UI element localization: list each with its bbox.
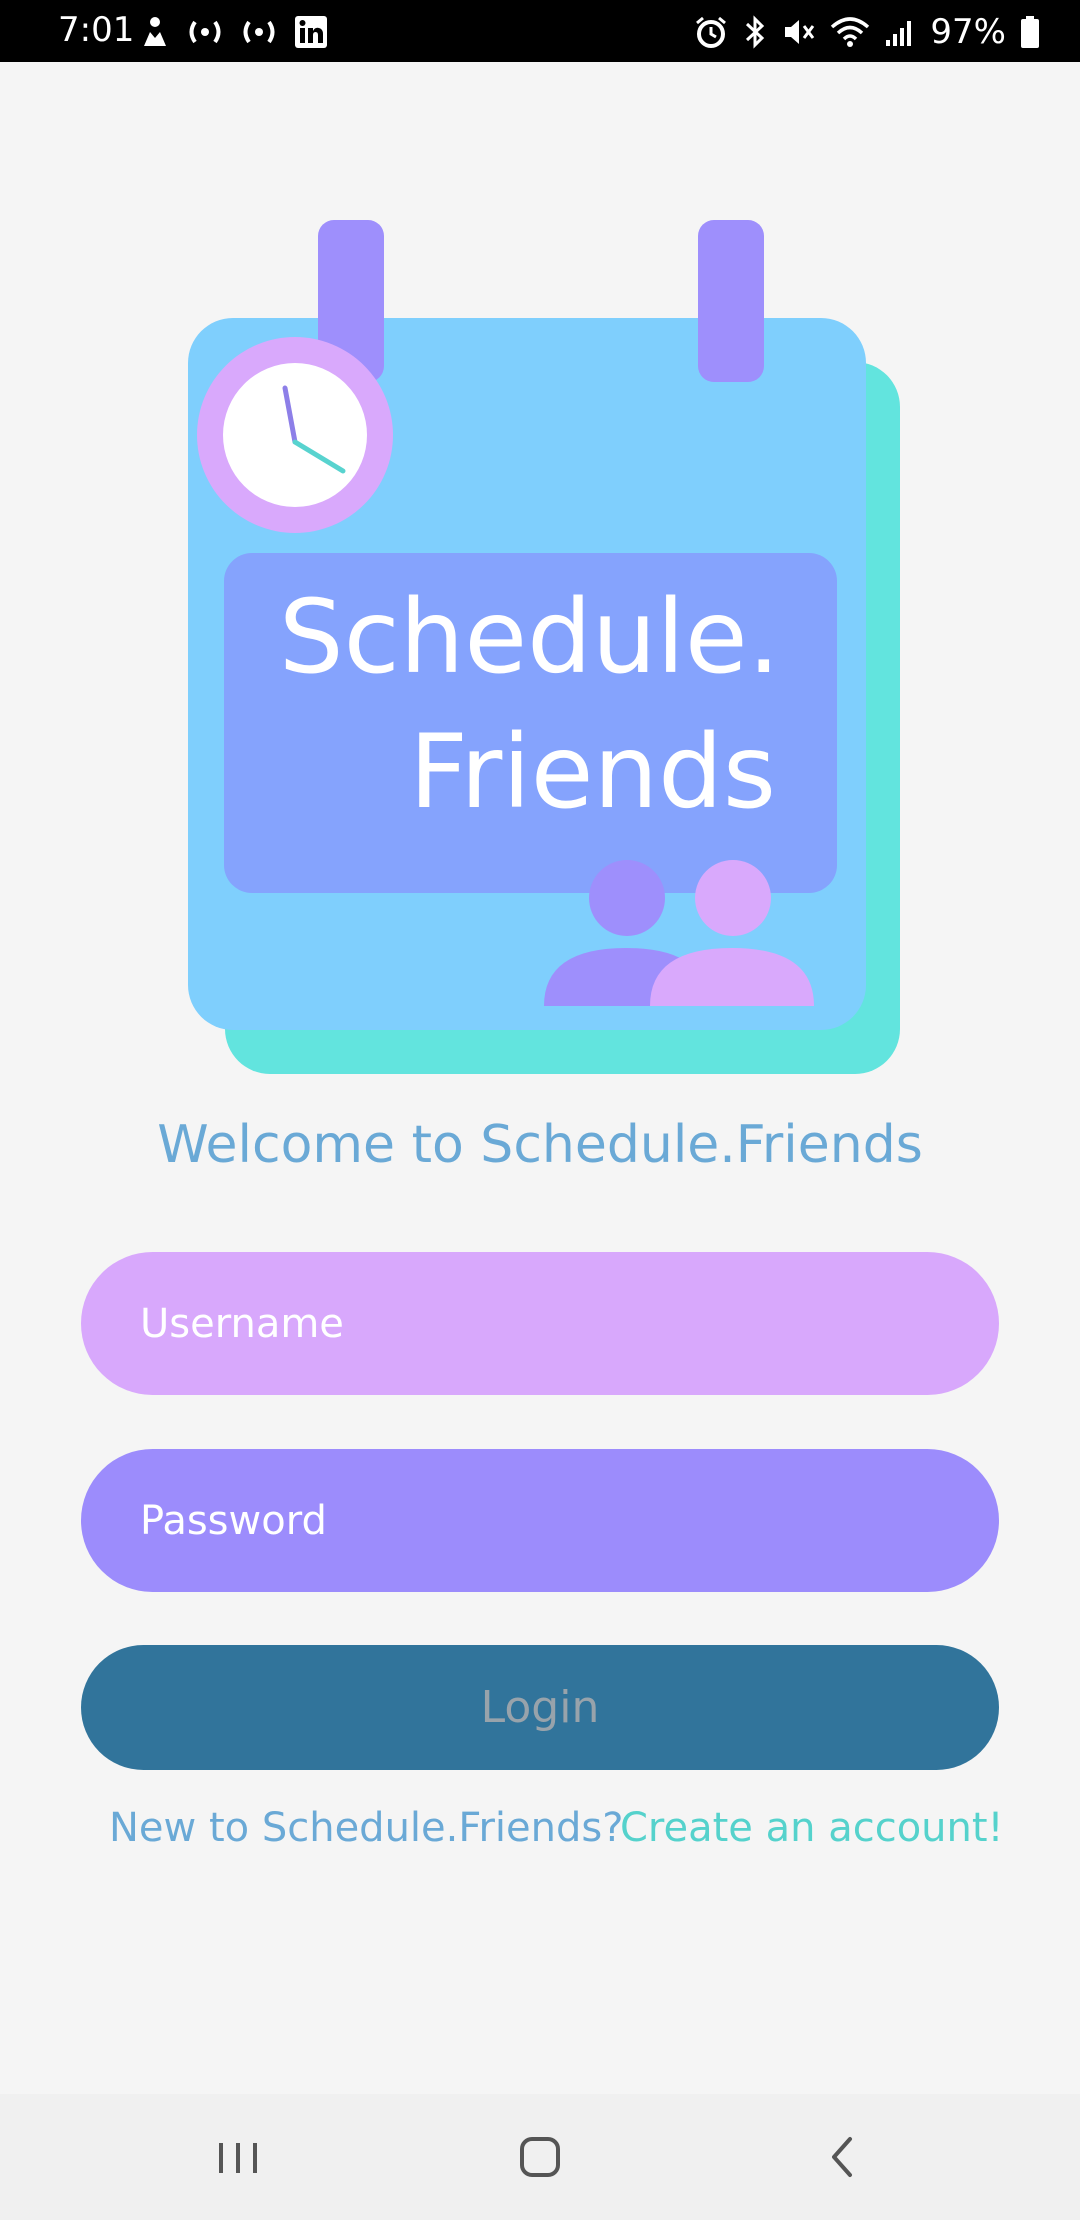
logo-text-line2: Friends [409, 713, 776, 832]
username-field[interactable] [81, 1252, 999, 1395]
username-input[interactable] [138, 1299, 959, 1348]
home-icon[interactable] [510, 2127, 570, 2187]
logo-text-line1: Schedule. [279, 578, 780, 697]
calendar-ring-right [698, 220, 764, 382]
login-button[interactable]: Login [81, 1645, 999, 1770]
signup-row: New to Schedule.Friends? Create an accou… [0, 1798, 1080, 1858]
back-icon[interactable] [812, 2127, 872, 2187]
signup-prompt: New to Schedule.Friends? [109, 1805, 624, 1851]
navigation-bar [0, 2094, 1080, 2220]
create-account-link[interactable]: Create an account! [620, 1798, 1004, 1858]
password-input[interactable] [138, 1496, 959, 1545]
logo-illustration: Schedule. Friends [188, 220, 900, 1074]
recents-icon[interactable] [208, 2127, 268, 2187]
password-field[interactable] [81, 1449, 999, 1592]
welcome-heading: Welcome to Schedule.Friends [157, 1115, 923, 1175]
